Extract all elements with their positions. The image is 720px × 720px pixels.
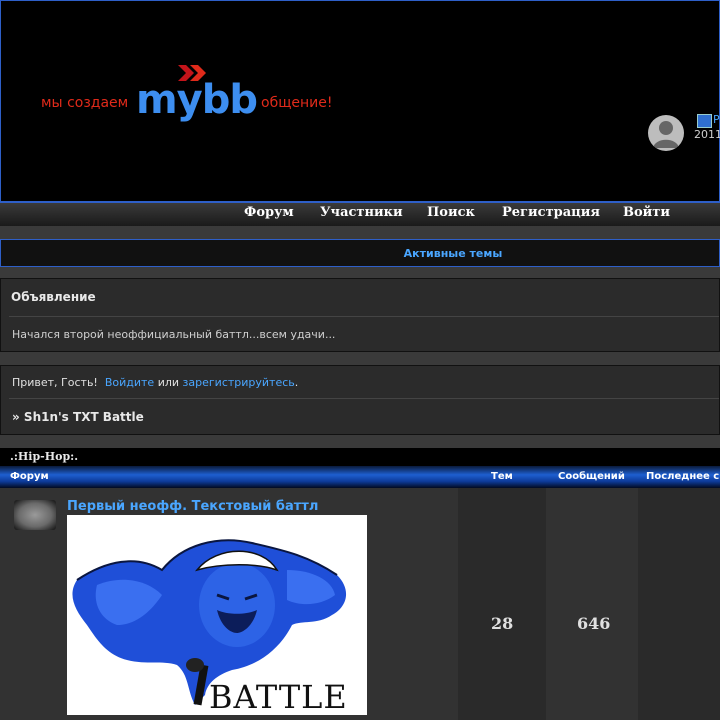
announcement-text: Начался второй неофф​ициальный баттл...в… [12, 328, 336, 341]
avatar[interactable] [648, 115, 684, 151]
divider [9, 398, 719, 399]
nav-register[interactable]: Регистрация [502, 205, 600, 220]
main-nav: Форум Участники Поиск Регистрация Войти [0, 202, 720, 226]
topics-count: 28 [491, 614, 514, 633]
breadcrumb[interactable]: » Sh1n's TXT Battle [12, 410, 144, 424]
forum-row: Первый неофф. Текстовый баттл BATTLE 28 … [0, 488, 720, 720]
site-logo[interactable]: мы создаем mybb общение! [41, 63, 341, 133]
battle-word: BATTLE [209, 678, 348, 715]
welcome-panel: Привет, Гость! Войдите или зарегистрируй… [0, 365, 720, 435]
col-topics: Тем [491, 471, 513, 482]
login-link[interactable]: Войдите [105, 376, 154, 389]
forum-column-headers: Форум Тем Сообщений Последнее с [0, 466, 720, 488]
last-post-arrow-icon[interactable] [697, 114, 712, 128]
nav-forum[interactable]: Форум [244, 205, 294, 220]
user-silhouette-icon [653, 121, 679, 148]
or-text: или [157, 376, 180, 389]
last-post-date: 2011 [694, 128, 720, 141]
nav-members[interactable]: Участники [320, 205, 403, 220]
category-title[interactable]: .:Hip-Hop:. [10, 450, 78, 463]
announcement-panel: Объявление Начался второй неофф​ициальны… [0, 278, 720, 352]
logo-slogan-left: мы создаем [41, 95, 129, 111]
col-posts: Сообщений [558, 471, 625, 482]
last-post-link[interactable]: P [713, 113, 720, 126]
forum-title-link[interactable]: Первый неофф. Текстовый баттл [67, 499, 318, 514]
category-header: .:Hip-Hop:. [0, 448, 720, 466]
col-forum: Форум [10, 471, 49, 482]
forum-status-icon [14, 500, 56, 530]
col-last-post: Последнее с [646, 471, 720, 482]
announcement-title: Объявление [11, 290, 96, 304]
logo-brand: mybb [136, 77, 258, 123]
last-post-cell [638, 488, 720, 720]
greeting-text: Привет, Гость! [12, 376, 98, 389]
topics-cell [458, 488, 546, 720]
logo-slogan-right: общение! [261, 95, 333, 111]
forum-banner-image: BATTLE [67, 515, 367, 715]
active-topics-bar: Активные темы [0, 239, 720, 267]
welcome-line: Привет, Гость! Войдите или зарегистрируй… [12, 376, 298, 389]
nav-search[interactable]: Поиск [427, 205, 475, 220]
divider [9, 316, 719, 317]
nav-login[interactable]: Войти [623, 205, 670, 220]
site-header: мы создаем mybb общение! [0, 0, 720, 202]
posts-count: 646 [577, 614, 611, 633]
active-topics-link[interactable]: Активные темы [404, 247, 503, 260]
period-text: . [294, 376, 299, 389]
register-link[interactable]: зарегистрируйтесь [183, 376, 295, 389]
